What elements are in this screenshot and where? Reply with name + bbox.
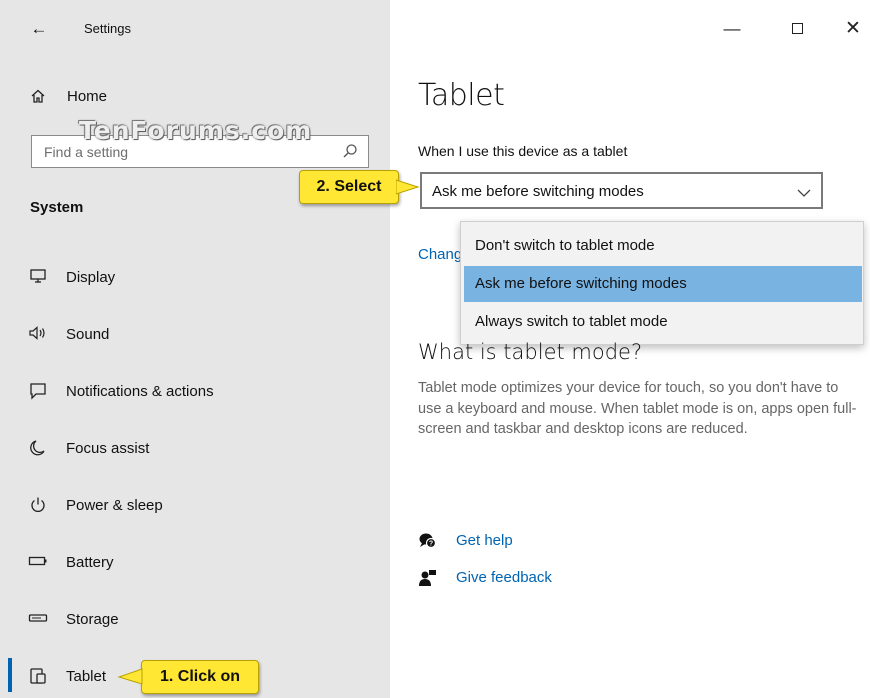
search-placeholder: Find a setting xyxy=(44,144,129,160)
home-nav-item[interactable]: Home xyxy=(0,80,390,114)
sidebar-item-label: Battery xyxy=(66,554,114,571)
settings-main-pane: — ✕ Tablet When I use this device as a t… xyxy=(390,0,870,698)
sidebar-item-display[interactable]: Display xyxy=(0,258,390,298)
feedback-person-icon xyxy=(418,568,438,588)
change-settings-link[interactable]: Chang xyxy=(418,246,462,263)
back-arrow-icon[interactable]: ← xyxy=(28,18,50,40)
callout-step-2: 2. Select xyxy=(299,170,399,204)
help-chat-icon: ? xyxy=(418,531,438,551)
sidebar-item-power-sleep[interactable]: Power & sleep xyxy=(0,486,390,526)
search-icon[interactable] xyxy=(341,142,359,160)
tablet-mode-combo-label: When I use this device as a tablet xyxy=(418,143,628,159)
speaker-icon xyxy=(28,325,48,346)
minimize-button[interactable]: — xyxy=(717,14,747,44)
get-help-label: Get help xyxy=(456,532,513,549)
chevron-down-icon xyxy=(797,185,811,197)
tablet-mode-selected-value: Ask me before switching modes xyxy=(432,183,644,200)
svg-text:?: ? xyxy=(429,541,433,548)
section-heading-system: System xyxy=(30,199,84,216)
tablet-icon xyxy=(28,667,48,690)
sidebar-item-notifications[interactable]: Notifications & actions xyxy=(0,372,390,412)
page-title: Tablet xyxy=(418,78,505,113)
window-title: Settings xyxy=(84,21,131,36)
sidebar-item-focus-assist[interactable]: Focus assist xyxy=(0,429,390,469)
battery-icon xyxy=(28,553,48,574)
storage-icon xyxy=(28,610,48,631)
option-label: Always switch to tablet mode xyxy=(475,313,668,330)
callout-step-1: 1. Click on xyxy=(141,660,259,694)
option-ask-before-switching[interactable]: Ask me before switching modes xyxy=(464,266,862,302)
tablet-mode-dropdown[interactable]: Ask me before switching modes xyxy=(420,172,823,209)
sidebar-item-sound[interactable]: Sound xyxy=(0,315,390,355)
maximize-button[interactable] xyxy=(782,14,812,44)
moon-icon xyxy=(28,439,48,462)
section-title-what-is-tablet-mode: What is tablet mode? xyxy=(418,340,643,364)
sidebar-item-label: Display xyxy=(66,269,116,286)
option-always-switch[interactable]: Always switch to tablet mode xyxy=(464,304,862,340)
option-dont-switch[interactable]: Don't switch to tablet mode xyxy=(464,228,862,264)
display-icon xyxy=(28,268,48,289)
maximize-icon xyxy=(791,23,803,35)
callout-step-1-pointer xyxy=(117,668,143,685)
sidebar-item-label: Power & sleep xyxy=(66,497,163,514)
sidebar-item-storage[interactable]: Storage xyxy=(0,600,390,640)
sidebar-item-label: Storage xyxy=(66,611,119,628)
home-label: Home xyxy=(67,88,108,105)
sidebar-item-label: Tablet xyxy=(66,668,107,685)
callout-step-2-pointer xyxy=(396,179,420,195)
tenforums-watermark: TenForums.com xyxy=(79,116,313,145)
sidebar-item-battery[interactable]: Battery xyxy=(0,543,390,583)
settings-sidebar: ← Settings Home Find a setting TenForums… xyxy=(0,0,390,698)
tablet-mode-options-list: Don't switch to tablet mode Ask me befor… xyxy=(460,221,864,345)
callout-step-1-text: 1. Click on xyxy=(159,668,241,685)
option-label: Ask me before switching modes xyxy=(475,275,687,292)
section-description: Tablet mode optimizes your device for to… xyxy=(418,380,857,437)
selection-indicator xyxy=(8,658,12,692)
sidebar-item-label: Notifications & actions xyxy=(66,383,214,400)
callout-step-2-text: 2. Select xyxy=(316,178,382,195)
give-feedback-label: Give feedback xyxy=(456,569,552,586)
option-label: Don't switch to tablet mode xyxy=(475,237,655,254)
home-icon xyxy=(28,88,48,109)
sidebar-item-label: Focus assist xyxy=(66,440,150,457)
power-icon xyxy=(28,496,48,519)
sidebar-item-label: Sound xyxy=(66,326,110,343)
close-button[interactable]: ✕ xyxy=(838,14,868,44)
notification-icon xyxy=(28,382,48,405)
